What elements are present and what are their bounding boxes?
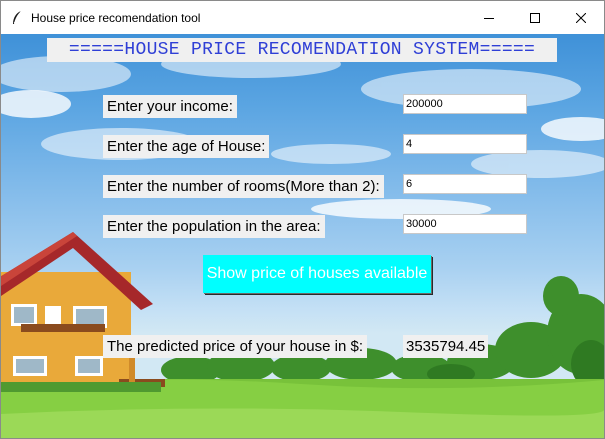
income-label: Enter your income: [103, 95, 237, 118]
window-controls [466, 1, 604, 34]
close-button[interactable] [558, 1, 604, 34]
title-bar[interactable]: House price recomendation tool [1, 1, 604, 34]
maximize-button[interactable] [512, 1, 558, 34]
population-input[interactable] [403, 214, 527, 234]
minimize-button[interactable] [466, 1, 512, 34]
house-age-label: Enter the age of House: [103, 135, 270, 158]
close-icon [576, 12, 586, 23]
form-area: =====HOUSE PRICE RECOMENDATION SYSTEM===… [1, 34, 604, 438]
feather-icon [10, 10, 24, 26]
minimize-icon [484, 17, 494, 19]
predicted-price-label: The predicted price of your house in $: [103, 335, 367, 358]
app-window: House price recomendation tool =====HOUS… [0, 0, 605, 439]
show-price-button[interactable]: Show price of houses available [203, 255, 431, 293]
rooms-label: Enter the number of rooms(More than 2): [103, 175, 384, 198]
rooms-input[interactable] [403, 174, 527, 194]
predicted-price-value: 3535794.45 [403, 335, 489, 358]
population-label: Enter the population in the area: [103, 215, 325, 238]
house-age-input[interactable] [403, 134, 527, 154]
maximize-icon [530, 12, 540, 23]
income-input[interactable] [403, 94, 527, 114]
page-banner: =====HOUSE PRICE RECOMENDATION SYSTEM===… [47, 38, 557, 62]
window-title: House price recomendation tool [31, 10, 201, 25]
